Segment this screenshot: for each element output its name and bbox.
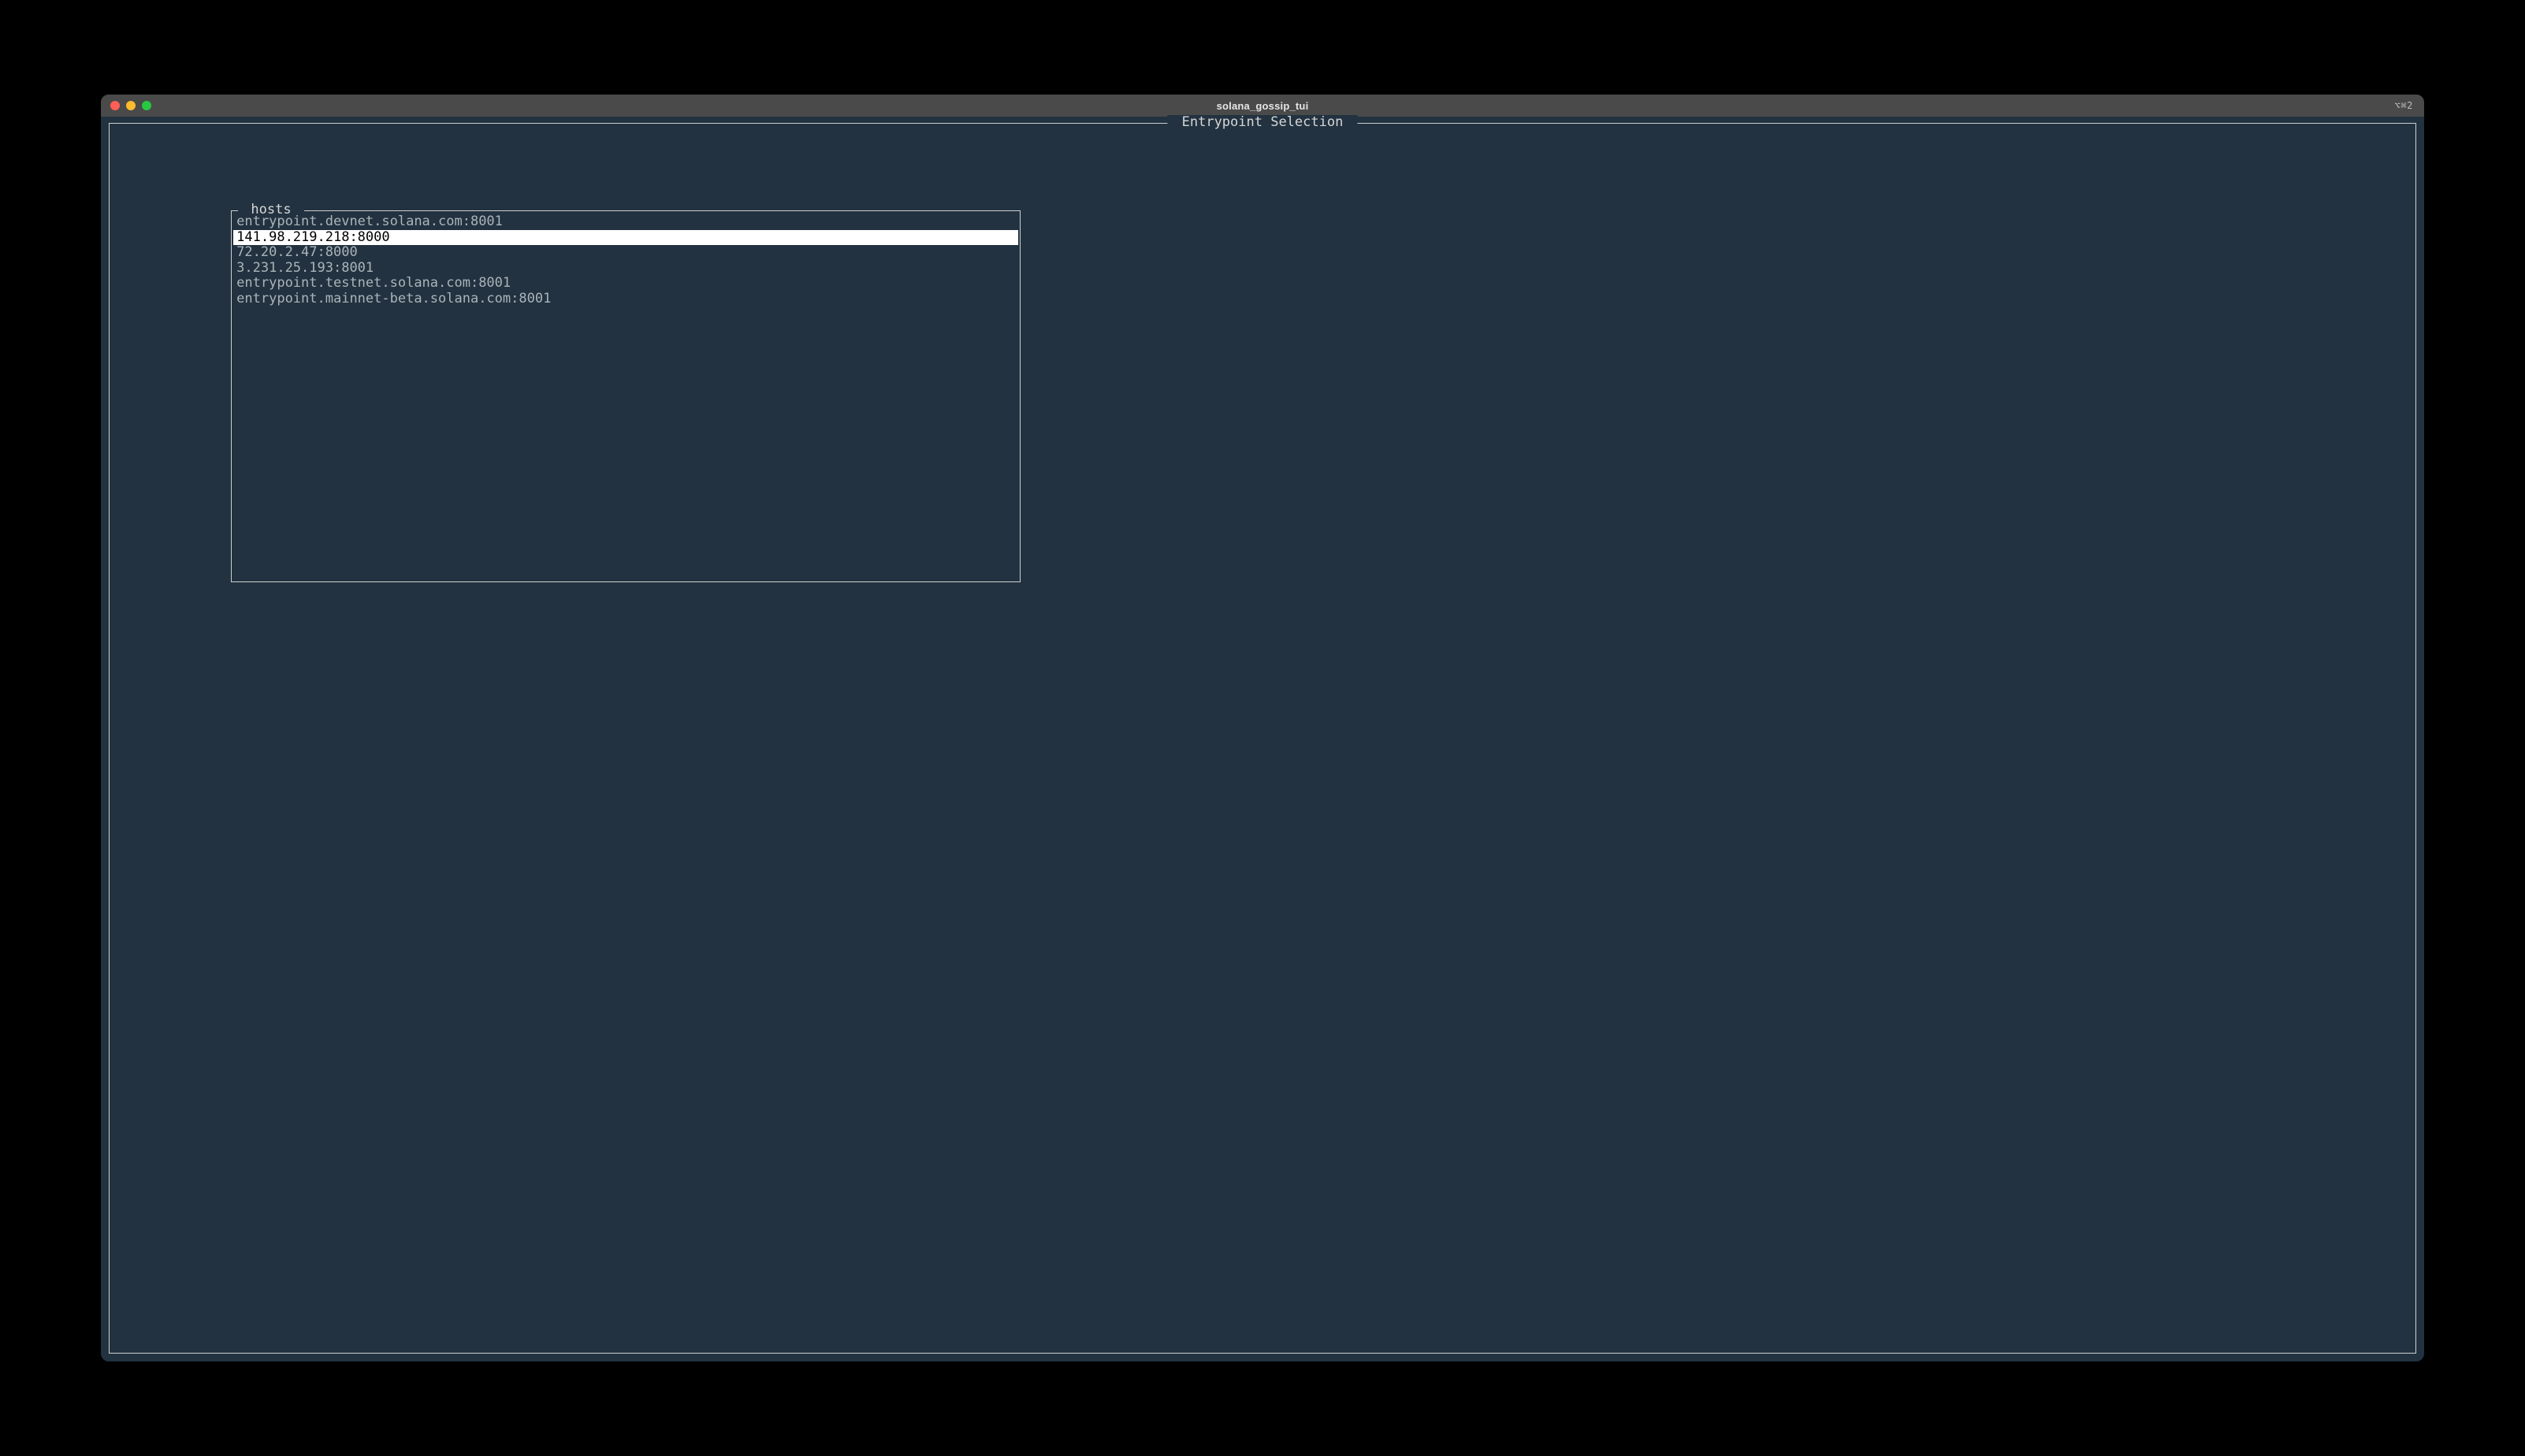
window-shortcut-badge: ⌥⌘2 [2395, 100, 2413, 111]
host-item[interactable]: 141.98.219.218:8000 [233, 230, 1018, 246]
terminal-window: solana_gossip_tui ⌥⌘2 Entrypoint Selecti… [101, 95, 2424, 1361]
host-item[interactable]: entrypoint.testnet.solana.com:8001 [233, 276, 1018, 292]
hosts-panel[interactable]: hosts entrypoint.devnet.solana.com:80011… [231, 210, 1021, 582]
host-item[interactable]: 3.231.25.193:8001 [233, 261, 1018, 277]
close-icon[interactable] [110, 101, 120, 110]
window-controls [110, 101, 151, 110]
hosts-list[interactable]: entrypoint.devnet.solana.com:8001141.98.… [233, 213, 1018, 580]
zoom-icon[interactable] [142, 101, 151, 110]
host-item[interactable]: 72.20.2.47:8000 [233, 245, 1018, 261]
host-item[interactable]: entrypoint.devnet.solana.com:8001 [233, 214, 1018, 230]
entrypoint-selection-panel: Entrypoint Selection hosts entrypoint.de… [109, 123, 2416, 1354]
panel-title: Entrypoint Selection [1167, 115, 1357, 131]
window-title: solana_gossip_tui [1217, 100, 1309, 112]
host-item[interactable]: entrypoint.mainnet-beta.solana.com:8001 [233, 292, 1018, 307]
terminal-body: Entrypoint Selection hosts entrypoint.de… [101, 117, 2424, 1361]
minimize-icon[interactable] [126, 101, 136, 110]
